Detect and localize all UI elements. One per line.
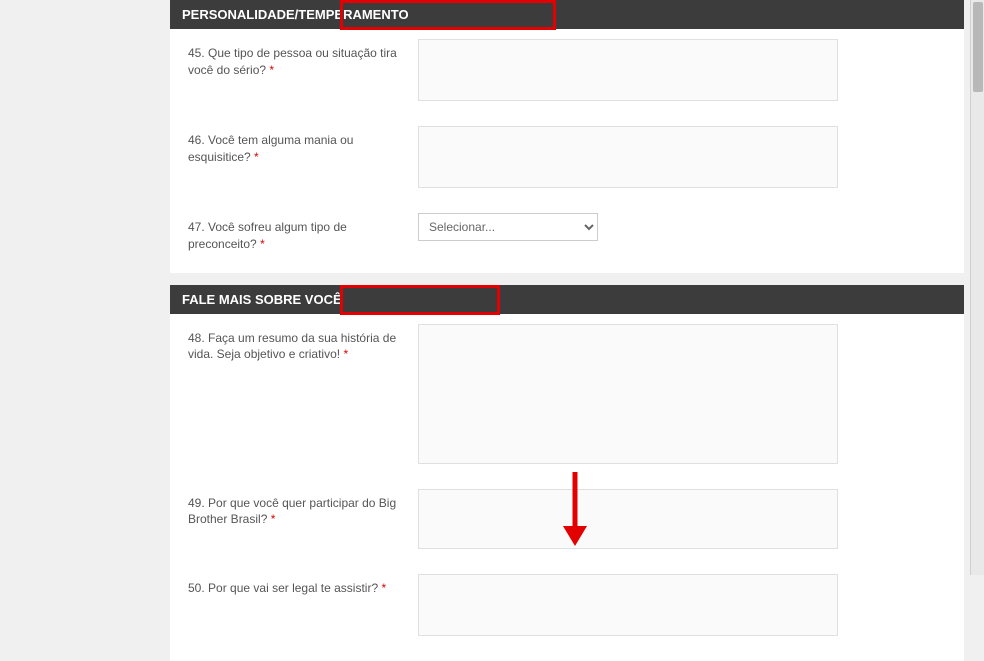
- section-title: FALE MAIS SOBRE VOCÊ: [182, 292, 342, 307]
- required-marker: *: [343, 347, 348, 361]
- answer-textarea[interactable]: [418, 489, 838, 549]
- scrollbar[interactable]: [970, 0, 984, 575]
- answer-textarea[interactable]: [418, 126, 838, 188]
- section-title: PERSONALIDADE/TEMPERAMENTO: [182, 7, 409, 22]
- question-row: 45. Que tipo de pessoa ou situação tira …: [170, 29, 964, 116]
- section-header: FALE MAIS SOBRE VOCÊ: [170, 285, 964, 314]
- required-marker: *: [269, 63, 274, 77]
- answer-textarea[interactable]: [418, 324, 838, 464]
- question-row: 47. Você sofreu algum tipo de preconceit…: [170, 203, 964, 263]
- scrollbar-thumb[interactable]: [973, 2, 983, 92]
- question-field: [418, 39, 838, 106]
- section-personality: PERSONALIDADE/TEMPERAMENTO 45. Que tipo …: [170, 0, 964, 273]
- required-marker: *: [254, 150, 259, 164]
- question-row: 46. Você tem alguma mania ou esquisitice…: [170, 116, 964, 203]
- question-label: 46. Você tem alguma mania ou esquisitice…: [188, 126, 418, 166]
- section-header: PERSONALIDADE/TEMPERAMENTO: [170, 0, 964, 29]
- answer-textarea[interactable]: [418, 39, 838, 101]
- question-field: [418, 126, 838, 193]
- question-field: [418, 324, 838, 469]
- question-label: 47. Você sofreu algum tipo de preconceit…: [188, 213, 418, 253]
- question-label: 48. Faça um resumo da sua história de vi…: [188, 324, 418, 364]
- answer-textarea[interactable]: [418, 574, 838, 636]
- question-label: 50. Por que vai ser legal te assistir? *: [188, 574, 418, 597]
- question-label: 45. Que tipo de pessoa ou situação tira …: [188, 39, 418, 79]
- answer-select[interactable]: Selecionar...: [418, 213, 598, 241]
- required-marker: *: [381, 581, 386, 595]
- question-field: [418, 574, 838, 641]
- required-marker: *: [271, 512, 276, 526]
- question-field: [418, 489, 838, 554]
- required-marker: *: [260, 237, 265, 251]
- question-label: 49. Por que você quer participar do Big …: [188, 489, 418, 529]
- question-row: 48. Faça um resumo da sua história de vi…: [170, 314, 964, 479]
- question-row: 49. Por que você quer participar do Big …: [170, 479, 964, 564]
- question-row: 50. Por que vai ser legal te assistir? *: [170, 564, 964, 651]
- section-aboutyou: FALE MAIS SOBRE VOCÊ 48. Faça um resumo …: [170, 285, 964, 661]
- question-field: Selecionar...: [418, 213, 838, 241]
